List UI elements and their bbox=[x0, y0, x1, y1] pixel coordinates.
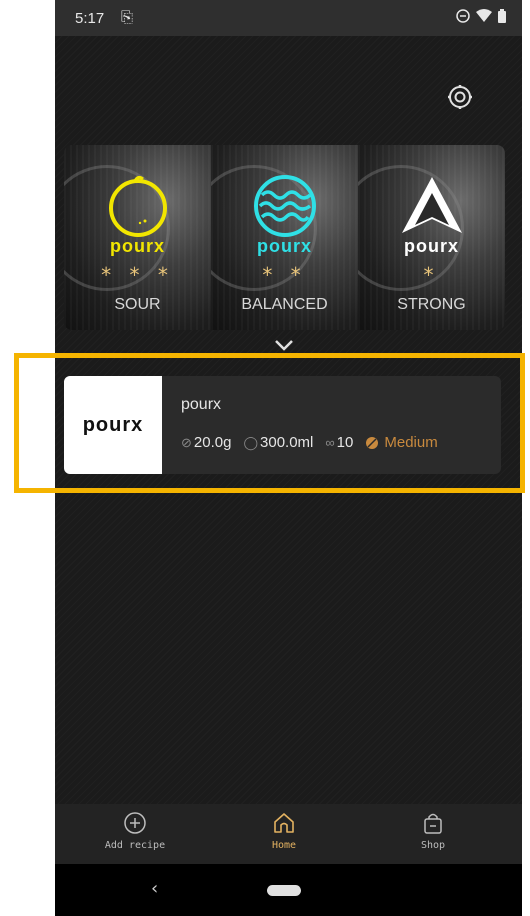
card-label: BALANCED bbox=[241, 296, 328, 313]
chevron-down-icon[interactable] bbox=[274, 338, 294, 352]
card-brand: pourx bbox=[109, 236, 165, 256]
nav-label: Shop bbox=[420, 840, 446, 851]
status-time: 5:17 bbox=[75, 10, 105, 27]
waves-icon bbox=[254, 175, 316, 237]
bottom-nav: Add recipe Home Shop bbox=[55, 804, 522, 864]
back-icon[interactable]: ‹ bbox=[151, 878, 158, 899]
card-label: STRONG bbox=[397, 296, 466, 313]
flavor-cards: pourx * * * SOUR pourx * * BALANCED pour… bbox=[64, 145, 505, 330]
highlight-box bbox=[14, 353, 525, 493]
nav-label: Add recipe bbox=[104, 840, 166, 851]
flavor-card-balanced[interactable]: pourx * * BALANCED bbox=[211, 145, 358, 330]
nav-add-recipe[interactable]: Add recipe bbox=[75, 812, 195, 851]
triangle-icon bbox=[402, 177, 462, 233]
plus-circle-icon bbox=[124, 812, 146, 834]
home-pill[interactable] bbox=[267, 885, 301, 896]
status-icons bbox=[456, 9, 506, 23]
strength-stars: * * bbox=[262, 263, 307, 287]
sim-card-icon: ⎘ bbox=[121, 9, 134, 26]
card-brand: pourx bbox=[403, 236, 459, 256]
strength-stars: * bbox=[423, 263, 440, 287]
settings-icon[interactable] bbox=[447, 84, 473, 110]
card-brand: pourx bbox=[256, 236, 312, 256]
shopping-bag-icon bbox=[424, 813, 442, 834]
home-icon bbox=[274, 813, 294, 833]
nav-label: Home bbox=[271, 840, 297, 851]
lemon-icon bbox=[109, 175, 167, 237]
wifi-icon bbox=[476, 9, 492, 22]
flavor-card-strong[interactable]: pourx * STRONG bbox=[358, 145, 505, 330]
strength-stars: * * * bbox=[101, 263, 174, 287]
nav-shop[interactable]: Shop bbox=[373, 812, 493, 851]
status-bar: 5:17 ⎘ bbox=[55, 0, 522, 36]
do-not-disturb-icon bbox=[456, 9, 470, 23]
card-label: SOUR bbox=[114, 296, 161, 313]
nav-home[interactable]: Home bbox=[224, 812, 344, 851]
flavor-card-sour[interactable]: pourx * * * SOUR bbox=[64, 145, 211, 330]
battery-icon bbox=[498, 9, 506, 23]
system-nav-bar: ‹ bbox=[55, 864, 522, 916]
